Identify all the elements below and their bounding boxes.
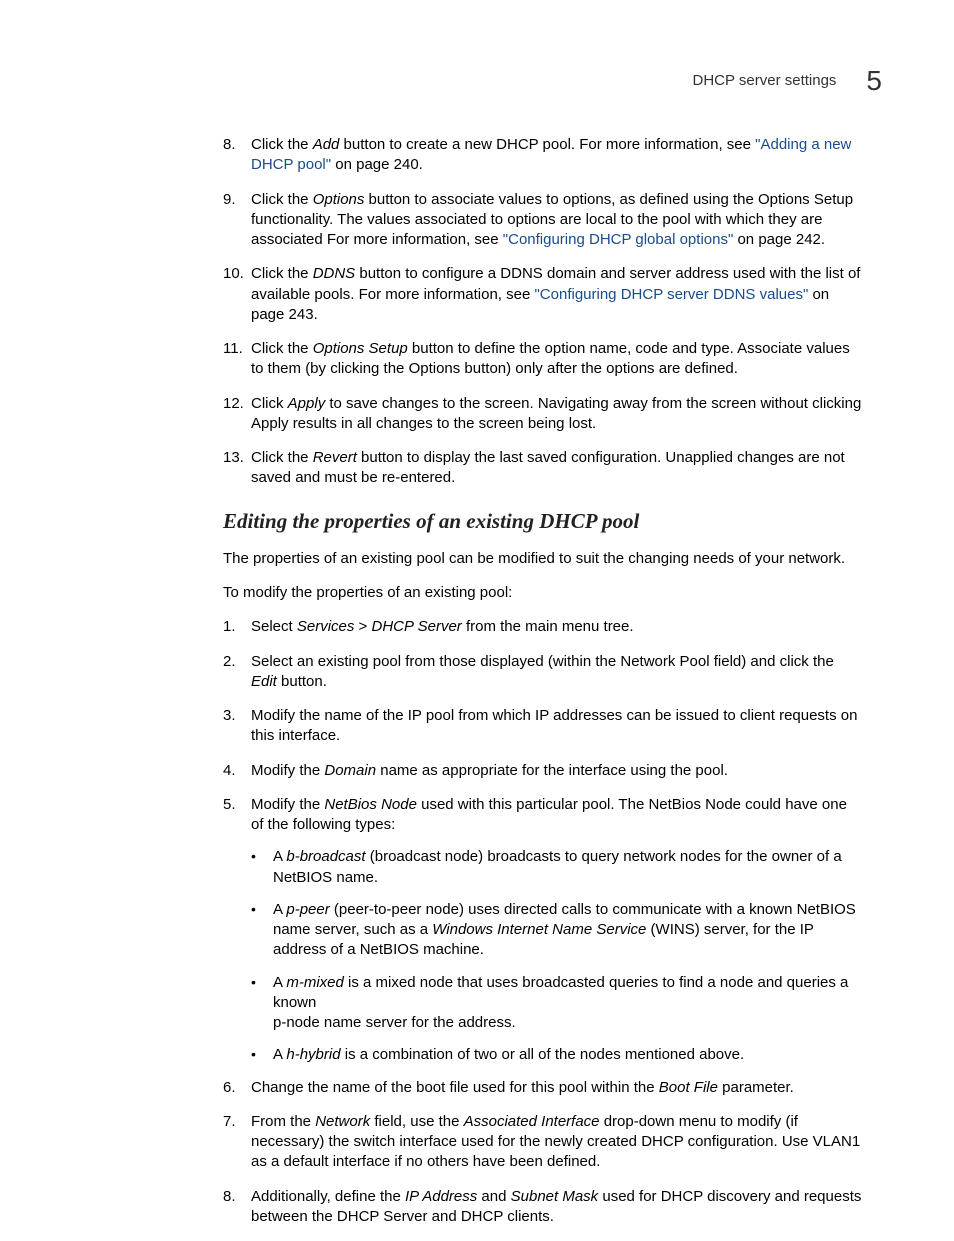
list-number: 3.: [223, 706, 251, 747]
list-item: 9. Click the Options button to associate…: [223, 190, 863, 251]
list-number: 2.: [223, 652, 251, 693]
list-text: Select an existing pool from those displ…: [251, 652, 863, 693]
list-number: 13.: [223, 448, 251, 489]
paragraph: The properties of an existing pool can b…: [223, 549, 863, 569]
bullet-text: A p-peer (peer-to-peer node) uses direct…: [273, 900, 863, 961]
list-number: 1.: [223, 617, 251, 637]
paragraph: To modify the properties of an existing …: [223, 583, 863, 603]
link-dhcp-global-options[interactable]: "Configuring DHCP global options": [503, 231, 734, 248]
list-text: Click the Options button to associate va…: [251, 190, 863, 251]
list-item: 11. Click the Options Setup button to de…: [223, 339, 863, 380]
link-dhcp-ddns-values[interactable]: "Configuring DHCP server DDNS values": [534, 286, 808, 303]
header-title: DHCP server settings: [692, 71, 836, 91]
list-text: Click Apply to save changes to the scree…: [251, 394, 863, 435]
list-text: Click the Options Setup button to define…: [251, 339, 863, 380]
bullet-text: A h-hybrid is a combination of two or al…: [273, 1045, 863, 1065]
list-item: 5. Modify the NetBios Node used with thi…: [223, 795, 863, 836]
chapter-number: 5: [866, 62, 882, 100]
list-number: 4.: [223, 761, 251, 781]
list-number: 5.: [223, 795, 251, 836]
list-number: 10.: [223, 264, 251, 325]
list-number: 12.: [223, 394, 251, 435]
list-item: 13. Click the Revert button to display t…: [223, 448, 863, 489]
list-number: 8.: [223, 135, 251, 176]
list-item: 7. From the Network field, use the Assoc…: [223, 1112, 863, 1173]
bullet-icon: •: [251, 900, 273, 961]
list-text: Change the name of the boot file used fo…: [251, 1078, 863, 1098]
list-text: Modify the NetBios Node used with this p…: [251, 795, 863, 836]
list-number: 6.: [223, 1078, 251, 1098]
page-content: 8. Click the Add button to create a new …: [223, 135, 863, 1241]
list-item: 1. Select Services > DHCP Server from th…: [223, 617, 863, 637]
list-text: Additionally, define the IP Address and …: [251, 1187, 863, 1228]
list-text: Click the Add button to create a new DHC…: [251, 135, 863, 176]
bullet-text: A b-broadcast (broadcast node) broadcast…: [273, 847, 863, 888]
list-number: 8.: [223, 1187, 251, 1228]
list-item: 8. Additionally, define the IP Address a…: [223, 1187, 863, 1228]
page-header: DHCP server settings 5: [692, 62, 882, 100]
bullet-item: • A m-mixed is a mixed node that uses br…: [251, 973, 863, 1034]
list-item: 8. Click the Add button to create a new …: [223, 135, 863, 176]
list-item: 4. Modify the Domain name as appropriate…: [223, 761, 863, 781]
list-item: 6. Change the name of the boot file used…: [223, 1078, 863, 1098]
bullet-item: • A b-broadcast (broadcast node) broadca…: [251, 847, 863, 888]
bullet-icon: •: [251, 847, 273, 888]
list-item: 10. Click the DDNS button to configure a…: [223, 264, 863, 325]
list-item: 2. Select an existing pool from those di…: [223, 652, 863, 693]
list-text: Select Services > DHCP Server from the m…: [251, 617, 863, 637]
bullet-item: • A p-peer (peer-to-peer node) uses dire…: [251, 900, 863, 961]
list-text: Modify the Domain name as appropriate fo…: [251, 761, 863, 781]
section-heading: Editing the properties of an existing DH…: [223, 507, 863, 535]
bullet-item: • A h-hybrid is a combination of two or …: [251, 1045, 863, 1065]
list-item: 12. Click Apply to save changes to the s…: [223, 394, 863, 435]
bullet-text: A m-mixed is a mixed node that uses broa…: [273, 973, 863, 1034]
list-number: 7.: [223, 1112, 251, 1173]
list-text: Click the DDNS button to configure a DDN…: [251, 264, 863, 325]
bullet-icon: •: [251, 1045, 273, 1065]
bullet-icon: •: [251, 973, 273, 1034]
list-number: 9.: [223, 190, 251, 251]
list-text: From the Network field, use the Associat…: [251, 1112, 863, 1173]
list-text: Modify the name of the IP pool from whic…: [251, 706, 863, 747]
list-item: 3. Modify the name of the IP pool from w…: [223, 706, 863, 747]
list-text: Click the Revert button to display the l…: [251, 448, 863, 489]
list-number: 11.: [223, 339, 251, 380]
